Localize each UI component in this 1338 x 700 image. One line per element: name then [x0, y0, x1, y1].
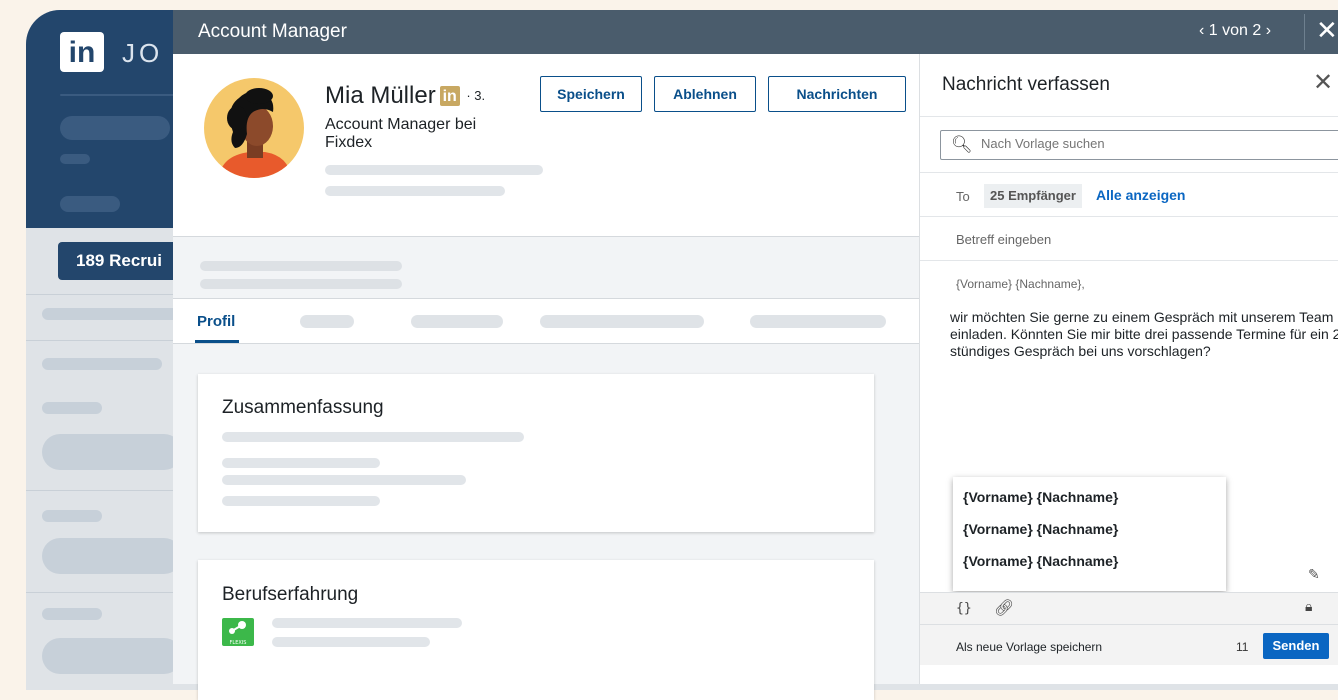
placeholder-line	[325, 165, 543, 175]
compose-toolbar: {} 🔗︎ 🔒︎	[920, 592, 1338, 625]
company-logo-text: FLEXIS	[229, 640, 247, 646]
profile-tabs: Profil	[173, 298, 919, 344]
background-placeholder	[42, 358, 162, 370]
connection-degree: · 3.	[466, 88, 486, 103]
brand-text: JO	[122, 38, 164, 68]
variable-option[interactable]: {Vorname} {Nachname}	[963, 521, 1118, 537]
tab-placeholder[interactable]	[411, 315, 503, 328]
pager-label: 1 von 2	[1208, 22, 1262, 39]
pencil-icon[interactable]: ✎	[1308, 567, 1320, 583]
linkedin-logo-icon: in	[60, 32, 104, 72]
compose-title: Nachricht verfassen	[942, 74, 1110, 95]
company-logo: FLEXIS	[222, 618, 254, 646]
close-icon[interactable]: ✕	[1316, 16, 1338, 46]
close-icon[interactable]: ✕	[1313, 68, 1333, 96]
modal-title-bar: Account Manager ‹ 1 von 2 › ✕	[173, 10, 1338, 54]
message-body[interactable]: wir möchten Sie gerne zu einem Gespräch …	[950, 309, 1338, 360]
recipients-chip[interactable]: 25 Empfänger	[984, 184, 1082, 208]
variables-icon[interactable]: {}	[956, 601, 972, 616]
variable-option[interactable]: {Vorname} {Nachname}	[963, 553, 1118, 569]
placeholder-line	[272, 637, 430, 647]
background-placeholder	[42, 638, 182, 674]
attachment-icon[interactable]: 🔗︎	[994, 598, 1014, 617]
divider	[26, 592, 186, 593]
experience-card: Berufserfahrung FLEXIS	[198, 560, 874, 700]
divider	[920, 116, 1338, 117]
placeholder-line	[325, 186, 505, 196]
candidate-modal: Account Manager ‹ 1 von 2 › ✕ Mia Müller…	[173, 10, 1338, 700]
background-placeholder	[42, 510, 102, 522]
pager: ‹ 1 von 2 ›	[1199, 22, 1271, 40]
background-placeholder	[42, 308, 182, 320]
modal-title: Account Manager	[198, 21, 347, 42]
divider	[26, 340, 186, 341]
background-placeholder	[42, 538, 182, 574]
lock-icon[interactable]: 🔒︎	[1305, 599, 1312, 615]
compose-panel: Nachricht verfassen ✕ 🔍︎ To 25 Empfänger…	[919, 54, 1338, 684]
profile-column: Mia Müller in · 3. Account Manager bei Fi…	[173, 54, 919, 700]
summary-card: Zusammenfassung	[198, 374, 874, 532]
chevron-left-icon[interactable]: ‹	[1199, 22, 1204, 39]
compose-footer: Als neue Vorlage speichern 11 Senden	[920, 624, 1338, 665]
template-search-input[interactable]	[979, 135, 1338, 152]
linkedin-badge-icon: in	[439, 86, 460, 106]
placeholder-line	[222, 458, 380, 468]
background-placeholder	[42, 402, 102, 414]
message-button[interactable]: Nachrichten	[768, 76, 906, 112]
tab-placeholder[interactable]	[540, 315, 704, 328]
tab-placeholder[interactable]	[300, 315, 354, 328]
tab-profile[interactable]: Profil	[197, 313, 235, 330]
background-placeholder	[60, 154, 90, 164]
subject-input[interactable]: Betreff eingeben	[956, 232, 1051, 247]
candidate-name-text: Mia Müller	[325, 82, 436, 109]
reject-button[interactable]: Ablehnen	[654, 76, 756, 112]
divider	[920, 216, 1338, 217]
background-divider	[60, 94, 180, 96]
variable-dropdown: {Vorname} {Nachname} {Vorname} {Nachname…	[953, 477, 1226, 591]
background-placeholder	[60, 116, 170, 140]
variable-option[interactable]: {Vorname} {Nachname}	[963, 489, 1118, 505]
to-label: To	[956, 189, 970, 204]
divider	[1304, 14, 1305, 50]
recipient-count: 11	[1236, 640, 1249, 654]
profile-header-card: Mia Müller in · 3. Account Manager bei Fi…	[173, 54, 919, 237]
candidate-name: Mia Müller in · 3.	[325, 82, 485, 110]
placeholder-line	[222, 432, 524, 442]
background-placeholder	[60, 196, 120, 212]
background-placeholder	[42, 434, 182, 470]
message-greeting[interactable]: {Vorname} {Nachname},	[956, 277, 1085, 291]
placeholder-line	[200, 261, 402, 271]
save-template-link[interactable]: Als neue Vorlage speichern	[956, 640, 1102, 654]
placeholder-line	[222, 496, 380, 506]
background-placeholder	[42, 608, 102, 620]
template-search: 🔍︎	[940, 130, 1338, 160]
search-icon: 🔍︎	[951, 135, 973, 155]
send-button[interactable]: Senden	[1263, 633, 1329, 659]
divider	[26, 490, 186, 491]
avatar	[204, 78, 304, 178]
candidate-headline: Account Manager bei Fixdex	[325, 116, 477, 151]
active-tab-indicator	[195, 340, 239, 343]
divider	[920, 260, 1338, 261]
placeholder-line	[272, 618, 462, 628]
save-button[interactable]: Speichern	[540, 76, 642, 112]
summary-title: Zusammenfassung	[222, 397, 384, 418]
divider	[920, 172, 1338, 173]
placeholder-line	[222, 475, 466, 485]
tab-placeholder[interactable]	[750, 315, 886, 328]
divider	[26, 294, 186, 295]
show-all-link[interactable]: Alle anzeigen	[1096, 187, 1185, 203]
experience-title: Berufserfahrung	[222, 584, 359, 605]
company-logo-icon	[229, 621, 246, 634]
placeholder-line	[200, 279, 402, 289]
chevron-right-icon[interactable]: ›	[1266, 22, 1271, 39]
